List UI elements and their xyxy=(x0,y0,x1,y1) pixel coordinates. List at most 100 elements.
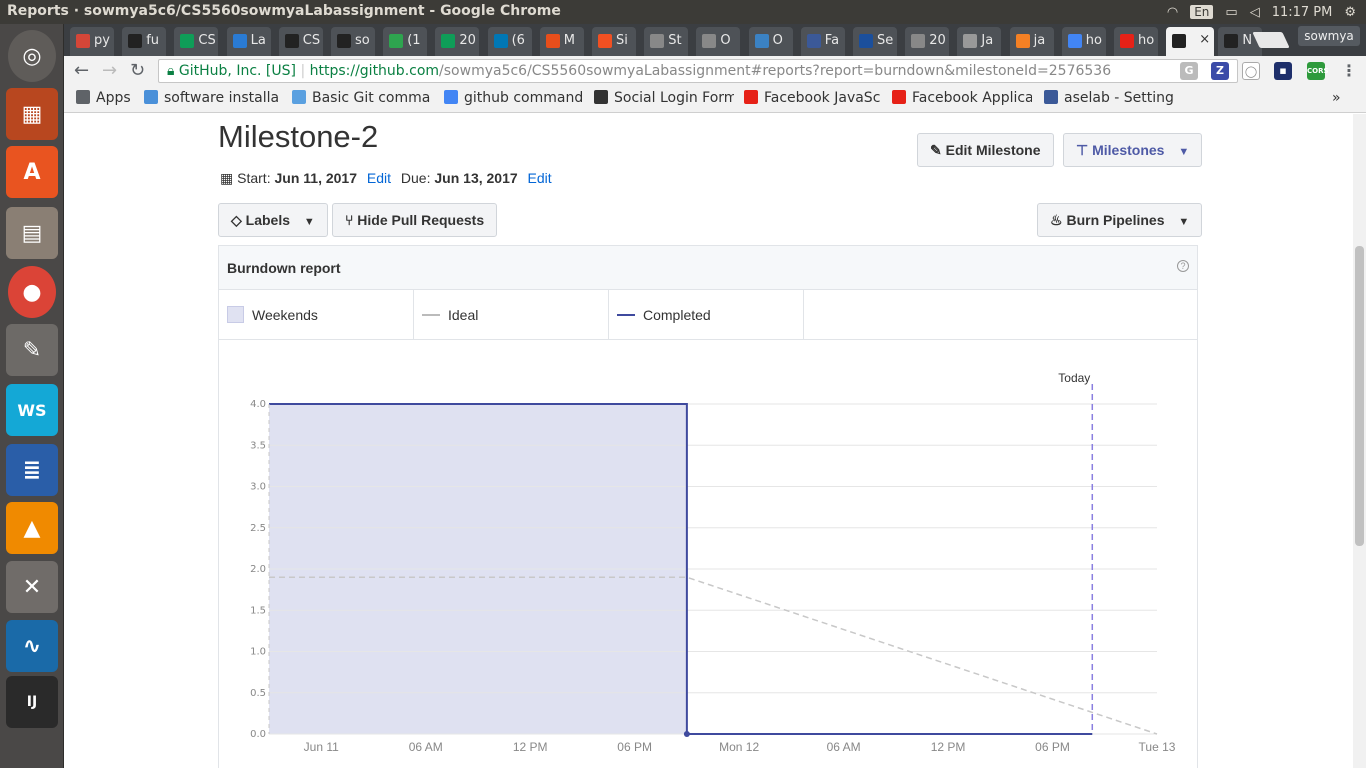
bookmark-item[interactable]: Basic Git comma xyxy=(292,90,437,106)
new-tab-button[interactable] xyxy=(1252,32,1290,48)
tab-active[interactable]: × xyxy=(1166,27,1215,56)
labels-label: Labels xyxy=(245,212,291,228)
browser-tab[interactable]: so xyxy=(331,27,375,56)
legend-ideal[interactable]: Ideal xyxy=(414,290,609,339)
wifi-icon[interactable]: ◠ xyxy=(1167,5,1178,20)
browser-tab[interactable]: Si xyxy=(592,27,636,56)
zotero-extension-icon[interactable]: Z xyxy=(1211,62,1229,80)
edit-milestone-button[interactable]: ✎ Edit Milestone xyxy=(917,133,1054,167)
grammarly-extension-icon[interactable]: G xyxy=(1180,62,1198,80)
tab-label: Fa xyxy=(824,33,840,48)
clock[interactable]: 11:17 PM xyxy=(1272,5,1333,20)
bookmark-item[interactable]: Facebook Applica xyxy=(892,90,1032,106)
series-completed-point xyxy=(683,731,690,737)
ubuntu-dash-icon[interactable]: ◎ xyxy=(8,30,56,82)
impress-icon[interactable]: ▦ xyxy=(6,88,58,140)
browser-tab[interactable]: (6 xyxy=(487,27,532,56)
edit-due-link[interactable]: Edit xyxy=(528,170,552,186)
url-host: https://github.com xyxy=(309,63,440,79)
x-tick-label: 06 PM xyxy=(1035,740,1070,754)
legend-weekends[interactable]: Weekends xyxy=(219,290,414,339)
vlc-icon[interactable]: ▲ xyxy=(6,502,58,554)
browser-tab[interactable]: ho xyxy=(1061,27,1106,56)
apps-shortcut[interactable]: Apps xyxy=(76,90,136,106)
browser-tab[interactable]: O xyxy=(748,27,793,56)
volume-icon[interactable]: ◁ xyxy=(1250,5,1260,20)
browser-tab[interactable]: CS xyxy=(278,27,323,56)
ideal-swatch xyxy=(422,313,440,316)
browser-tab[interactable]: 20 xyxy=(435,27,480,56)
browser-tab[interactable]: Se xyxy=(853,27,897,56)
browser-tab[interactable]: O xyxy=(696,27,741,56)
wine-tools-icon[interactable]: ✕ xyxy=(6,561,58,613)
burn-pipelines-dropdown[interactable]: ♨ Burn Pipelines ▼ xyxy=(1037,203,1203,237)
chrome-menu-icon[interactable]: ⋮ xyxy=(1340,62,1358,80)
bookmark-item[interactable]: software installa xyxy=(144,90,284,106)
cors-extension-icon[interactable]: CORS xyxy=(1307,62,1329,80)
browser-tab[interactable]: M xyxy=(539,27,584,56)
browser-tab[interactable]: (1 xyxy=(383,27,428,56)
browser-tab[interactable]: ja xyxy=(1009,27,1054,56)
more-bookmarks-icon[interactable]: » xyxy=(1332,90,1341,106)
wireshark-icon[interactable]: ∿ xyxy=(6,620,58,672)
x-tick-label: Mon 12 xyxy=(719,740,759,754)
youtube-icon xyxy=(1120,34,1134,48)
browser-tab[interactable]: La xyxy=(226,27,271,56)
hide-pull-requests-button[interactable]: ⑂ Hide Pull Requests xyxy=(332,203,498,237)
scrollbar-thumb[interactable] xyxy=(1355,246,1364,546)
battery-icon[interactable]: ▭ xyxy=(1225,5,1237,20)
browser-tab[interactable]: fu xyxy=(122,27,167,56)
reload-icon[interactable]: ↻ xyxy=(130,60,145,81)
intellij-icon[interactable]: IJ xyxy=(6,676,58,728)
tab-strip: py fu CS La CS so (1 20 (6 M Si St O O Fa Se 20 Ja ja ho ho ×… xyxy=(64,24,1366,56)
webstorm-icon[interactable]: WS xyxy=(6,384,58,436)
browser-tab[interactable]: CS xyxy=(174,27,219,56)
sheets-icon xyxy=(180,34,195,48)
address-bar[interactable]: 🔒︎ GitHub, Inc. [US] | https://github.co… xyxy=(158,59,1238,83)
start-label: Start: xyxy=(237,170,271,186)
back-arrow-icon[interactable]: ← xyxy=(74,60,89,81)
circle-extension-icon[interactable]: ◯ xyxy=(1242,62,1260,80)
tab-label: (6 xyxy=(511,33,525,48)
bookmark-item[interactable]: Social Login Form xyxy=(594,90,734,106)
edit-milestone-label: Edit Milestone xyxy=(945,142,1041,158)
edit-start-link[interactable]: Edit xyxy=(367,170,391,186)
legend-completed-label: Completed xyxy=(643,306,711,323)
browser-tab[interactable]: ho xyxy=(1114,27,1158,56)
burndown-chart: 0.0 0.5 1.0 1.5 2.0 2.5 3.0 3.5 4.0 Jun 11 06 AM 12… xyxy=(250,371,1176,754)
bookmark-item[interactable]: aselab - Settings xyxy=(1044,90,1174,106)
browser-tab[interactable]: Fa xyxy=(800,27,845,56)
legend-completed[interactable]: Completed xyxy=(609,290,804,339)
files-icon[interactable]: ▤ xyxy=(6,207,58,259)
x-tick-label: 12 PM xyxy=(513,740,548,754)
page-scrollbar[interactable] xyxy=(1353,114,1366,768)
office-icon xyxy=(545,34,560,48)
help-icon[interactable]: ? xyxy=(1177,260,1189,272)
browser-tab[interactable]: 20 xyxy=(905,27,950,56)
browser-tab[interactable]: St xyxy=(644,27,689,56)
close-tab-icon[interactable]: × xyxy=(1199,32,1210,47)
writer-icon[interactable]: ≣ xyxy=(6,444,58,496)
milestone-title: Milestone-2 xyxy=(218,119,379,154)
flame-icon: ♨ xyxy=(1050,212,1063,228)
report-header: Burndown report ? xyxy=(219,246,1197,290)
lock-icon: 🔒︎ xyxy=(167,63,175,79)
bookmark-item[interactable]: Facebook JavaSc xyxy=(744,90,884,106)
labels-dropdown[interactable]: ◇ Labels ▼ xyxy=(218,203,328,237)
x-tick-label: 06 AM xyxy=(409,740,443,754)
milestones-dropdown[interactable]: ⊤ Milestones ▼ xyxy=(1063,133,1203,167)
keyboard-layout-indicator[interactable]: En xyxy=(1190,5,1214,19)
browser-tab[interactable]: Ja xyxy=(957,27,1002,56)
settings-gear-icon[interactable]: ⚙ xyxy=(1344,5,1356,20)
tab-label: 20 xyxy=(459,33,476,48)
flag-extension-icon[interactable]: ▪ xyxy=(1274,62,1292,80)
forward-arrow-icon[interactable]: → xyxy=(102,60,117,81)
due-label: Due: xyxy=(400,170,431,186)
software-center-icon[interactable]: A xyxy=(6,146,58,198)
system-tools-icon[interactable]: ✎ xyxy=(6,324,58,376)
bookmark-item[interactable]: github command xyxy=(444,90,584,106)
browser-tab[interactable]: py xyxy=(70,27,114,56)
profile-button[interactable]: sowmya xyxy=(1298,26,1360,46)
apps-grid-icon xyxy=(76,90,90,104)
chrome-icon[interactable]: ● xyxy=(8,266,56,318)
